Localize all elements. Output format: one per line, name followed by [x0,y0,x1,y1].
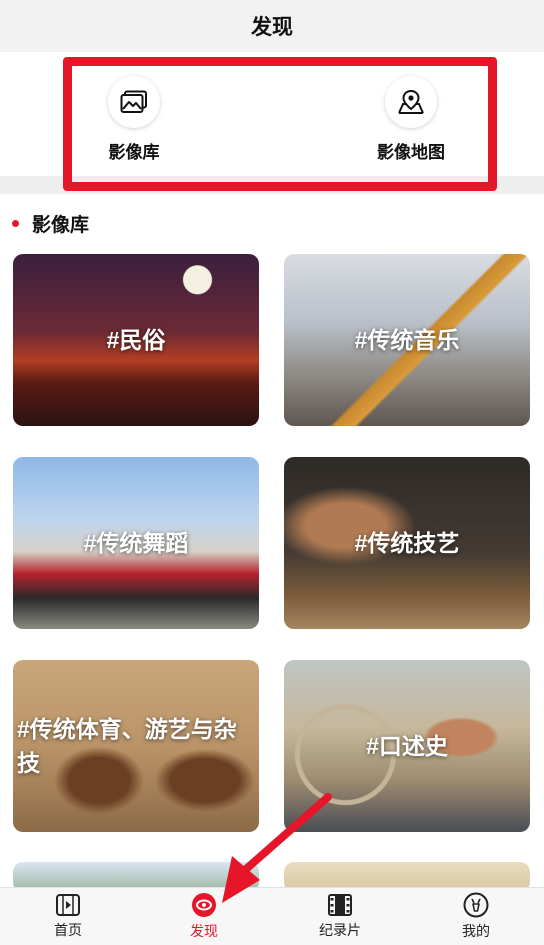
card-label: #传统音乐 [354,327,460,353]
category-card-traditional-dance[interactable]: #传统舞蹈 [13,457,259,629]
category-card-traditional-music[interactable]: #传统音乐 [284,254,530,426]
tab-label: 发现 [190,923,218,939]
tab-label: 纪录片 [319,922,361,938]
bottom-tab-bar: 首页 发现 纪录片 我的 [0,887,544,945]
section-divider [0,176,544,194]
tab-label: 首页 [54,922,82,938]
tab-home[interactable]: 首页 [0,888,136,945]
section-bullet [12,220,19,227]
category-card-oral-history[interactable]: #口述史 [284,660,530,832]
category-card-traditional-craft[interactable]: #传统技艺 [284,457,530,629]
quick-link-label: 影像库 [108,143,160,162]
profile-deer-icon [463,892,489,918]
discover-eye-icon [192,893,216,917]
section-header: 影像库 [12,210,89,237]
card-label: #口述史 [366,733,448,759]
section-title: 影像库 [32,215,90,236]
image-gallery-icon [108,76,160,128]
film-icon [328,894,352,916]
card-label: #传统舞蹈 [83,530,189,556]
tab-profile[interactable]: 我的 [408,888,544,945]
card-label: #传统技艺 [354,530,460,556]
card-label: #民俗 [106,327,166,353]
tab-discover[interactable]: 发现 [136,888,272,945]
page-title: 发现 [251,16,293,39]
card-label: #传统体育、游艺与杂技 [17,716,237,776]
tab-documentary[interactable]: 纪录片 [272,888,408,945]
quick-link-label: 影像地图 [377,143,445,162]
quick-link-image-library[interactable]: 影像库 [79,76,189,163]
home-play-icon [56,894,80,916]
tab-label: 我的 [462,923,490,939]
category-card-folk-custom[interactable]: #民俗 [13,254,259,426]
quick-link-image-map[interactable]: 影像地图 [356,76,466,163]
category-card-sports-acrobatics[interactable]: #传统体育、游艺与杂技 [13,660,259,832]
top-header: 发现 [0,0,544,52]
map-pin-icon [385,76,437,128]
